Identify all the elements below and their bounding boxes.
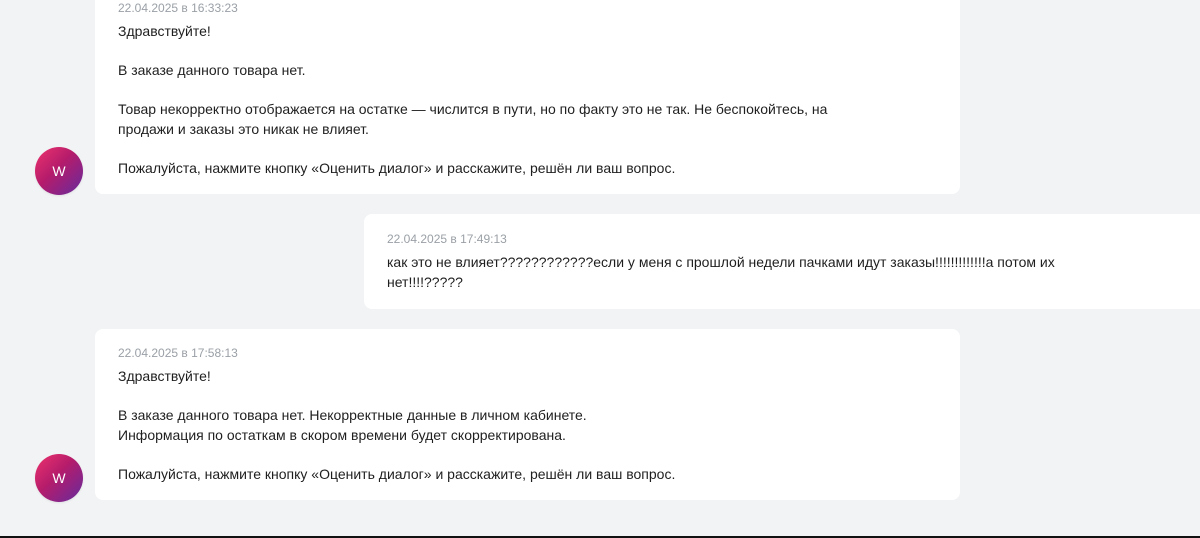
message-spacer <box>118 386 938 405</box>
message-spacer <box>118 80 938 99</box>
message-line: нет!!!!????? <box>387 274 463 290</box>
message-line: Пожалуйста, нажмите кнопку «Оценить диал… <box>118 466 676 482</box>
message-spacer <box>118 41 938 60</box>
message-timestamp: 22.04.2025 в 17:49:13 <box>387 232 507 246</box>
message-spacer <box>118 445 938 464</box>
message-timestamp: 22.04.2025 в 16:33:23 <box>118 1 238 15</box>
chat-thread: 22.04.2025 в 16:33:23 Здравствуйте! В за… <box>0 0 1200 538</box>
avatar: W <box>35 147 83 195</box>
incoming-message: 22.04.2025 в 16:33:23 Здравствуйте! В за… <box>95 0 960 194</box>
message-line: продажи и заказы это никак не влияет. <box>118 121 369 137</box>
message-line: Здравствуйте! <box>118 23 211 39</box>
message-line: как это не влияет????????????если у меня… <box>387 254 1055 270</box>
message-line: Товар некорректно отображается на остатк… <box>118 101 828 117</box>
outgoing-message: 22.04.2025 в 17:49:13 как это не влияет?… <box>364 214 1200 309</box>
message-line: В заказе данного товара нет. Некорректны… <box>118 407 587 423</box>
message-line: Информация по остаткам в скором времени … <box>118 427 566 443</box>
message-timestamp: 22.04.2025 в 17:58:13 <box>118 346 238 360</box>
message-spacer <box>118 139 938 158</box>
incoming-message: 22.04.2025 в 17:58:13 Здравствуйте! В за… <box>95 329 960 500</box>
message-line: Пожалуйста, нажмите кнопку «Оценить диал… <box>118 160 676 176</box>
message-line: В заказе данного товара нет. <box>118 62 306 78</box>
avatar: W <box>35 454 83 502</box>
message-line: Здравствуйте! <box>118 368 211 384</box>
